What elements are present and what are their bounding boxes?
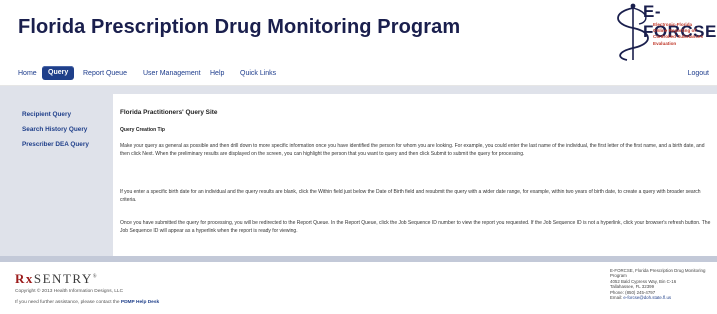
main-nav: Home Query Report Queue User Management …: [0, 62, 717, 86]
sidebar-item-recipient-query[interactable]: Recipient Query: [22, 111, 71, 118]
logout-link[interactable]: Logout: [688, 70, 709, 77]
nav-report-queue[interactable]: Report Queue: [83, 70, 127, 77]
page-header: Florida Prescription Drug Monitoring Pro…: [0, 0, 717, 62]
rxsentry-logo: RxSENTRY®: [15, 271, 99, 286]
help-text: If you need further assistance, please c…: [15, 300, 160, 305]
tip-paragraph: Make your query as general as possible a…: [120, 143, 705, 157]
contact-info: E-FORCSE, Florida Prescription Drug Moni…: [610, 268, 706, 301]
eforcse-logo: E-FORCSE Electronic-Florida Online Repor…: [603, 2, 716, 62]
copyright-text: Copyright © 2013 Health Information Desi…: [15, 289, 124, 294]
app-title: Florida Prescription Drug Monitoring Pro…: [18, 16, 461, 38]
nav-query[interactable]: Query: [42, 66, 75, 80]
contact-email-link[interactable]: e-forcse@doh.state.fl.us: [623, 295, 671, 300]
sidebar-item-prescriber-dea-query[interactable]: Prescriber DEA Query: [22, 141, 89, 148]
nav-user-management[interactable]: User Management: [143, 70, 201, 77]
logo-tagline: Electronic-Florida Online Reporting of C…: [653, 22, 704, 46]
sidebar: Recipient Query Search History Query Pre…: [0, 94, 113, 256]
nav-help[interactable]: Help: [210, 70, 224, 77]
section-subtitle: Query Creation Tip: [120, 127, 165, 133]
content-top-band: [0, 86, 717, 94]
tip-paragraph: If you enter a specific birth date for a…: [120, 189, 701, 203]
page-title: Florida Practitioners' Query Site: [120, 109, 218, 116]
nav-home[interactable]: Home: [18, 70, 37, 77]
page-footer: RxSENTRY® Copyright © 2013 Health Inform…: [0, 262, 717, 314]
sidebar-item-search-history-query[interactable]: Search History Query: [22, 126, 87, 133]
tip-paragraph: Once you have submitted the query for pr…: [120, 220, 711, 234]
help-desk-link[interactable]: PDMP Help Desk: [121, 300, 159, 305]
main-content: Florida Practitioners' Query Site Query …: [113, 94, 717, 256]
nav-quick-links[interactable]: Quick Links: [240, 70, 276, 77]
